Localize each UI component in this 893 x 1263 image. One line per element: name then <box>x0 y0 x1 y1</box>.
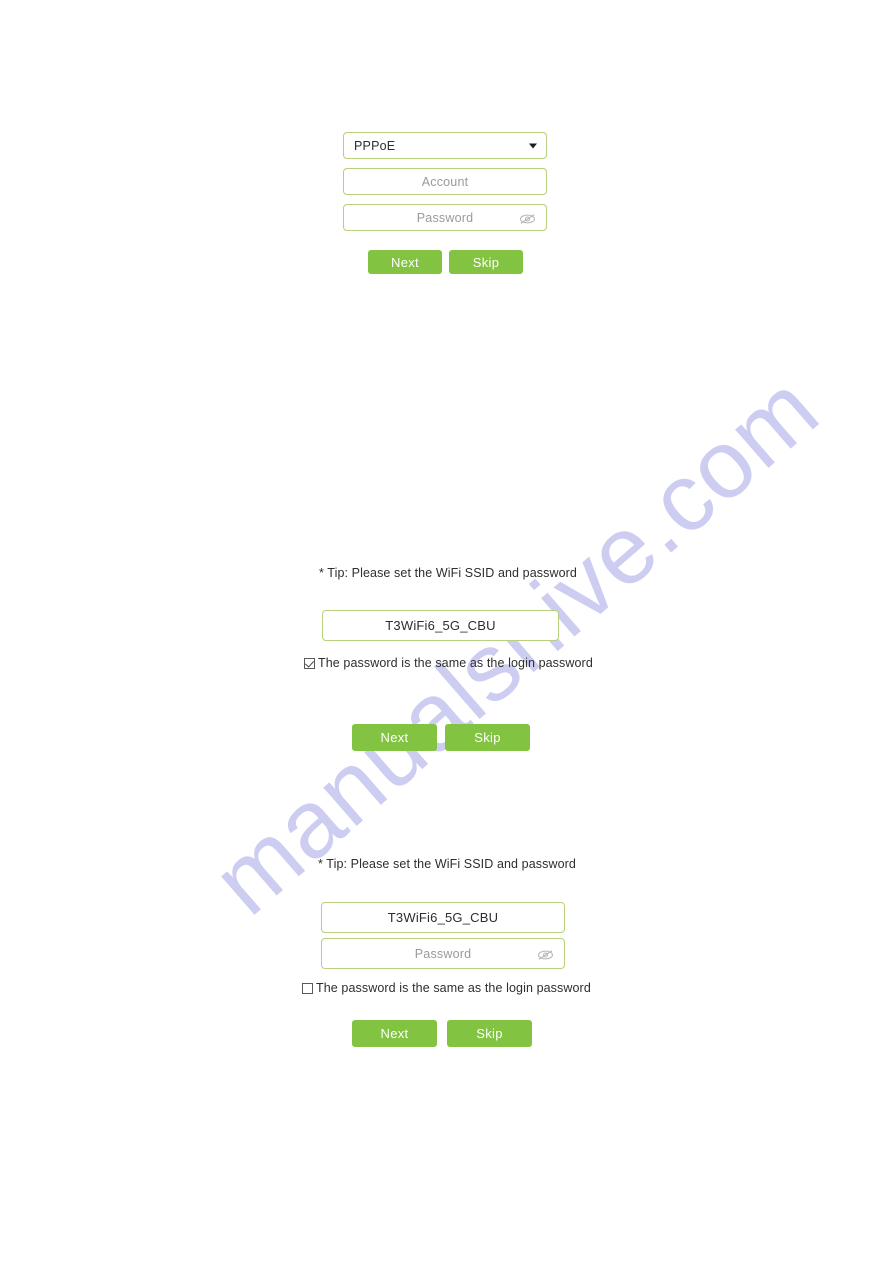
wifi-manual-same-password-label: The password is the same as the login pa… <box>316 981 591 995</box>
wifi-manual-password-input[interactable]: Password <box>321 938 565 969</box>
wifi-manual-password-placeholder: Password <box>414 946 472 961</box>
document-page: manualshive.com PPPoE Account Password N… <box>0 0 893 1263</box>
wifi-manual-next-button[interactable]: Next <box>352 1020 437 1047</box>
wifi-manual-same-password-checkbox[interactable] <box>302 982 313 994</box>
wifi-manual-ssid-input[interactable]: T3WiFi6_5G_CBU <box>321 902 565 933</box>
wifi-manual-ssid-value: T3WiFi6_5G_CBU <box>387 910 499 925</box>
wifi-manual-same-password-row[interactable]: The password is the same as the login pa… <box>302 981 591 995</box>
wifi-manual-skip-button[interactable]: Skip <box>447 1020 532 1047</box>
wifi-manual-tip-text: * Tip: Please set the WiFi SSID and pass… <box>318 857 576 871</box>
wifi-manual-password-screen: * Tip: Please set the WiFi SSID and pass… <box>0 0 893 1263</box>
eye-slash-icon[interactable] <box>537 948 554 960</box>
